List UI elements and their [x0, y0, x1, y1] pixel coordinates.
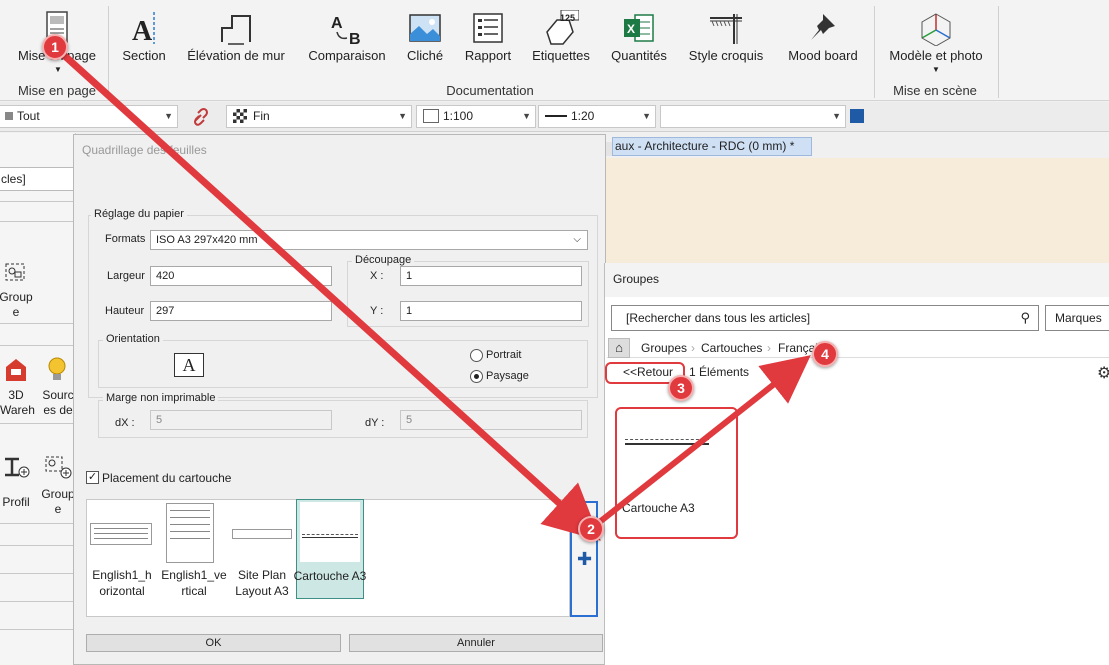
arrow-1-to-2: [53, 45, 601, 541]
annotation-badge-1: 1: [42, 34, 68, 60]
annotation-badge-3: 3: [668, 375, 694, 401]
annotation-badge-2: 2: [578, 516, 604, 542]
annotation-arrows: [53, 45, 811, 541]
annotation-badge-4: 4: [812, 341, 838, 367]
